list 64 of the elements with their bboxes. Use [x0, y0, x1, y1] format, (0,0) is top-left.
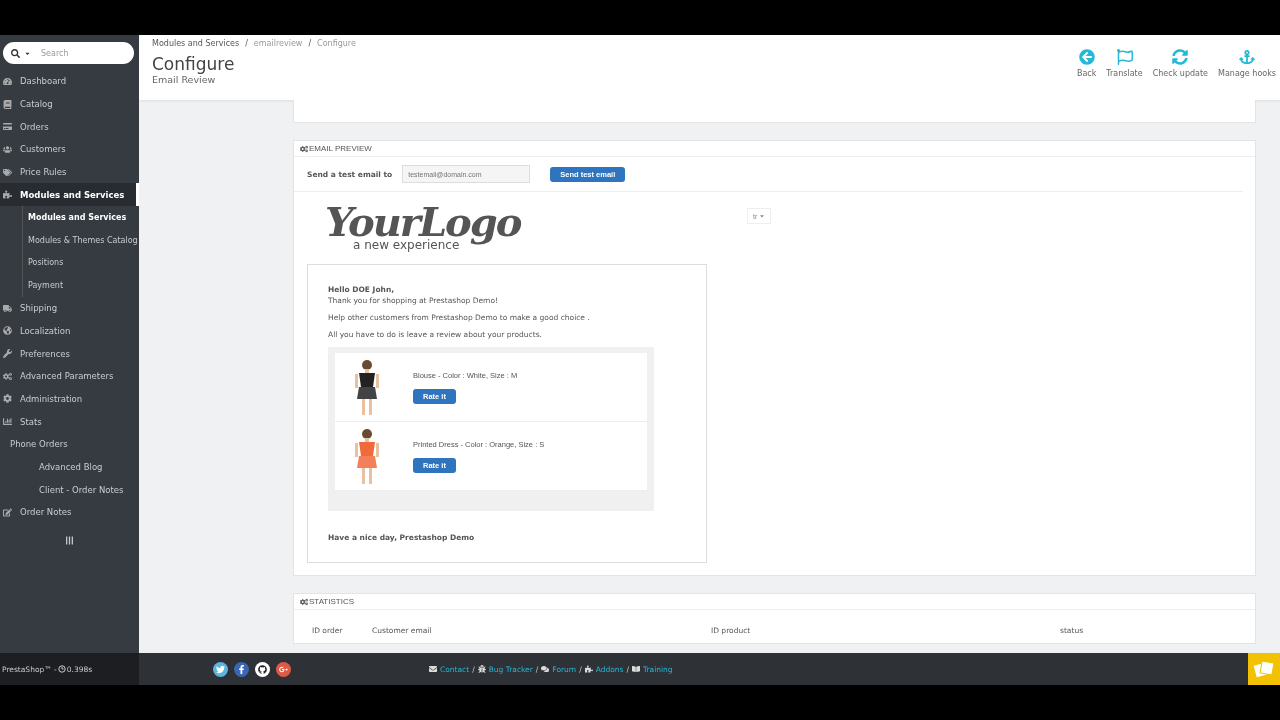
refresh-icon: [1172, 49, 1189, 65]
link-icon: [584, 665, 593, 673]
menu-item-icon: [3, 371, 12, 381]
collapse-icon[interactable]: [65, 535, 74, 545]
sidebar-item[interactable]: Advanced Blog: [0, 455, 139, 479]
panel-title: STATISTICS: [309, 597, 355, 606]
sidebar-item[interactable]: Preferences: [0, 342, 139, 365]
menu-item-icon: [3, 349, 12, 359]
search-icon: [11, 48, 20, 58]
caret-icon: [759, 213, 766, 219]
twitter-icon[interactable]: [213, 661, 228, 677]
sidebar-item[interactable]: Localization: [0, 319, 139, 343]
back-icon: [1078, 49, 1095, 65]
menu-item-icon: [3, 326, 12, 336]
toolbar-button[interactable]: Check update: [1152, 49, 1208, 78]
submenu-item[interactable]: Positions: [23, 251, 139, 275]
flag-icon: [1116, 49, 1133, 65]
menu-item-icon: [3, 122, 12, 132]
link-icon: [477, 665, 486, 673]
sidebar-item[interactable]: Client - Order Notes: [0, 478, 139, 502]
sidebar-item[interactable]: Phone Orders: [0, 433, 139, 456]
sidebar-item[interactable]: Administration: [0, 387, 139, 411]
sidebar-item[interactable]: Orders: [0, 115, 139, 139]
github-icon[interactable]: [255, 661, 270, 677]
menu-item-icon: [3, 303, 12, 313]
menu-item-icon: [3, 507, 12, 517]
breadcrumb-separator: /: [308, 39, 312, 48]
panel-title: EMAIL PREVIEW: [309, 144, 372, 153]
page-subtitle: Email Review: [152, 74, 217, 85]
menu-item-icon: [3, 167, 12, 177]
breadcrumb-link[interactable]: Modules and Services: [152, 39, 240, 48]
search-placeholder: Search: [41, 48, 69, 58]
sidebar-item[interactable]: Shipping: [0, 296, 139, 320]
sidebar-item[interactable]: Stats: [0, 410, 139, 433]
page-title: Configure: [152, 54, 236, 74]
sidebar-item[interactable]: Catalog: [0, 92, 139, 116]
settings-icon: [300, 597, 308, 606]
breadcrumb-separator: /: [245, 39, 248, 48]
sidebar-item[interactable]: Modules and Services: [0, 183, 139, 207]
menu-item-icon: [3, 76, 12, 86]
menu-item-icon: [3, 99, 12, 109]
settings-icon: [300, 144, 308, 153]
sidebar-item[interactable]: Advanced Parameters: [0, 364, 139, 388]
sidebar-item[interactable]: Order Notes: [0, 501, 139, 524]
link-icon: [632, 665, 640, 673]
submenu-item[interactable]: Modules and Services: [23, 206, 139, 229]
google-plus-icon[interactable]: [276, 661, 291, 677]
sidebar-item[interactable]: Price Rules: [0, 160, 139, 184]
menu-item-icon: [3, 417, 12, 427]
menu-item-icon: [3, 394, 12, 404]
toolbar-button[interactable]: Back: [1076, 49, 1097, 78]
facebook-icon[interactable]: [234, 661, 249, 677]
menu-item-icon: [3, 144, 12, 154]
menu-item-icon: [3, 190, 12, 200]
sidebar-item[interactable]: Customers: [0, 138, 139, 161]
sidebar-item[interactable]: Dashboard: [0, 70, 139, 93]
toolbar-button[interactable]: Manage hooks: [1218, 49, 1276, 78]
link-icon: [429, 665, 437, 673]
clock-icon: [57, 665, 66, 673]
submenu-item[interactable]: Payment: [23, 274, 139, 297]
anchor-icon: [1239, 49, 1255, 65]
toolbar-button[interactable]: Translate: [1106, 49, 1143, 78]
link-icon: [541, 665, 550, 673]
submenu-item[interactable]: Modules & Themes Catalog: [23, 228, 139, 252]
